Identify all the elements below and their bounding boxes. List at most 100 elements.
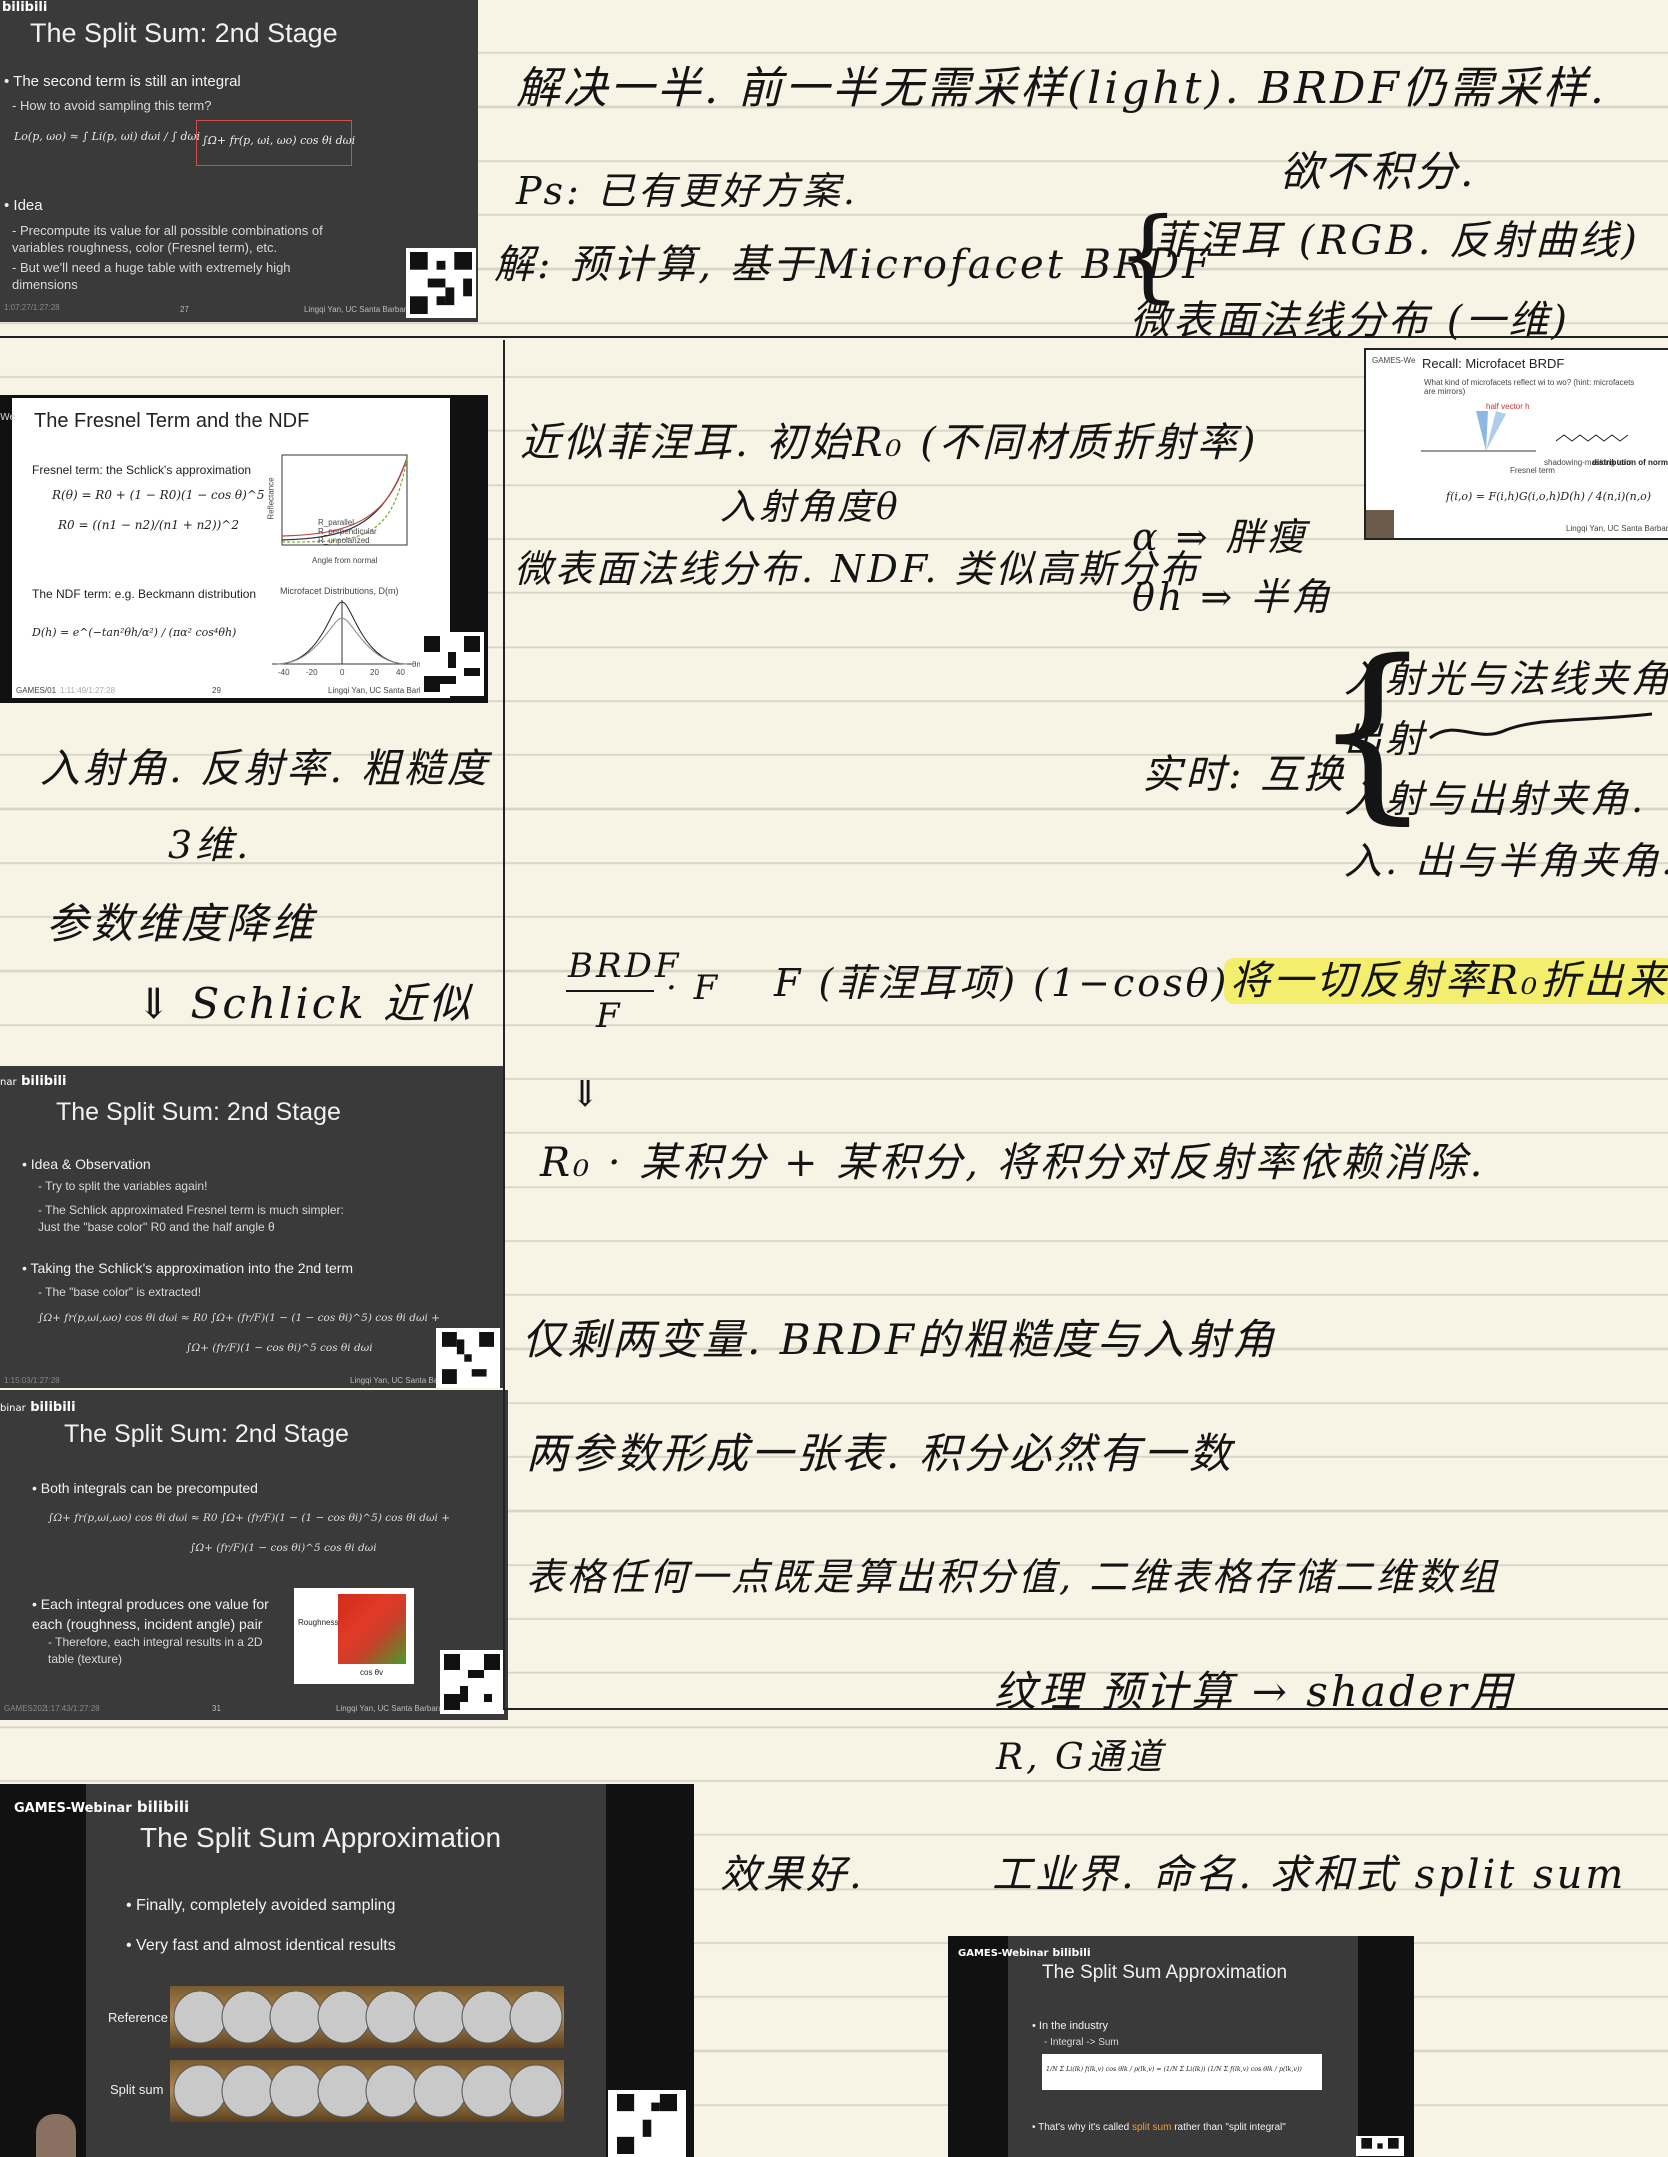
plot2-title: Microfacet Distributions, D(m) — [280, 586, 399, 596]
note-line: · F — [666, 968, 721, 1008]
left-label: We — [0, 412, 16, 423]
sub-bullet-text: Try to split the variables again! — [45, 1179, 208, 1193]
sub-bullet-text: The Schlick approximated Fresnel term is… — [38, 1203, 344, 1234]
bilibili-logo: binar bilibili — [0, 1400, 76, 1415]
bullet-text: Idea & Observation — [30, 1156, 151, 1172]
plot1-xlabel: Angle from normal — [312, 556, 378, 565]
bullet-text: Taking the Schlick's approximation into … — [30, 1260, 354, 1276]
row-label-reference: Reference — [108, 2010, 168, 2025]
bullet: • In the industry — [1032, 2020, 1109, 2032]
note-line: 3维. — [168, 823, 252, 867]
bullet-text: Finally, completely avoided sampling — [136, 1897, 396, 1914]
qr-code — [420, 632, 484, 696]
bullet-text: Very fast and almost identical results — [136, 1937, 396, 1954]
qr-code — [1356, 2136, 1404, 2156]
note-highlight: 将一切反射率R₀折出来 — [1224, 948, 1668, 1006]
sub-bullet-text: The "base color" is extracted! — [45, 1285, 202, 1299]
sub-bullet-text: Integral -> Sum — [1050, 2037, 1119, 2048]
note-line: 表格任何一点既是算出积分值, 二维表格存储二维数组 — [526, 1555, 1500, 1599]
term-label: Fresnel term — [1510, 466, 1555, 475]
note-line: θh ⇒ 半角 — [1132, 575, 1333, 619]
fraction-bar — [566, 990, 654, 992]
sub-bullet: - The "base color" is extracted! — [38, 1285, 202, 1299]
fresnel-label: Fresnel term: the Schlick's approximatio… — [32, 463, 252, 477]
logo-prefix: GAMES-Webinar — [958, 1948, 1049, 1959]
slide-tag: GAMES-We — [1372, 356, 1416, 365]
formula-line-2: ∫Ω+ (fr/F)(1 − cos θi)^5 cos θi dωi — [190, 1542, 377, 1554]
plot1-ylabel: Reflectance — [266, 477, 276, 520]
qr-code — [608, 2090, 686, 2157]
page-number: 29 — [212, 686, 221, 695]
plot2-tick: 40 — [396, 668, 405, 677]
qr-code — [436, 1328, 500, 1388]
formula-line-1: ∫Ω+ fr(p,ωi,ωo) cos θi dωi ≈ R0 ∫Ω+ (fr/… — [38, 1312, 441, 1324]
sub-bullet-text: How to avoid sampling this term? — [19, 98, 212, 113]
plot2-tick: -40 — [278, 668, 290, 677]
ndf-label: The NDF term: e.g. Beckmann distribution — [32, 587, 257, 601]
slide-footer: Lingqi Yan, UC Santa Barbara — [304, 305, 411, 314]
bullet: • Idea — [4, 197, 43, 214]
presenter-thumbnail — [1366, 510, 1394, 538]
microfacet-formula: f(i,o) = F(i,h)G(i,o,h)D(h) / 4(n,i)(n,o… — [1446, 490, 1652, 503]
note-line: α ⇒ 胖瘦 — [1132, 515, 1308, 559]
slide-title: The Fresnel Term and the NDF — [34, 410, 310, 432]
bullet: • That's why it's called split sum rathe… — [1032, 2122, 1286, 2133]
bilibili-logo: nar bilibili — [0, 1074, 66, 1089]
split-sum-highlight: split sum — [1131, 2122, 1172, 2133]
logo-prefix: nar — [0, 1077, 17, 1088]
sub-bullet: - Therefore, each integral results in a … — [48, 1635, 263, 1666]
note-line: 解: 预计算, 基于Microfacet BRDF — [494, 242, 1213, 288]
note-squiggle — [1429, 712, 1653, 740]
slide-title: The Split Sum: 2nd Stage — [56, 1098, 341, 1126]
note-line: ⇓ Schlick 近似 — [136, 979, 474, 1028]
plot2-tick: -20 — [306, 668, 318, 677]
bullet-text: rather than "split integral" — [1171, 2122, 1286, 2133]
plot2-tick: 20 — [370, 668, 379, 677]
sub-bullet: - How to avoid sampling this term? — [12, 98, 212, 113]
presenter-thumbnail — [36, 2114, 76, 2157]
bullet: • Very fast and almost identical results — [126, 1937, 396, 1954]
term-label: distribution of normals — [1592, 458, 1668, 467]
note-line: 纹理 预计算 → shader用 — [994, 1667, 1515, 1716]
lut-ylabel: Roughness — [298, 1618, 339, 1627]
plot1-legend-3: R_unpolarized — [318, 536, 370, 545]
bullet: • Idea & Observation — [22, 1156, 151, 1172]
note-fraction-den: F — [596, 996, 623, 1036]
note-line: 仅剩两变量. BRDF的粗糙度与入射角 — [522, 1315, 1278, 1364]
note-line: R₀ · 某积分 + 某积分, 将积分对反射率依赖消除. — [540, 1140, 1486, 1186]
slide-split-sum-approx-b: GAMES-Webinar bilibili The Split Sum App… — [948, 1936, 1414, 2157]
bullet-text: Each integral produces one value for eac… — [32, 1596, 269, 1632]
sub-bullet-text: Therefore, each integral results in a 2D… — [48, 1635, 263, 1666]
bullet-text: Both integrals can be precomputed — [40, 1480, 258, 1496]
microfacet-diagram — [1421, 411, 1629, 452]
note-line: F (菲涅耳项) (1−cosθ)⁵ ⇒ — [774, 961, 1298, 1005]
bullet-text: The second term is still an integral — [13, 73, 241, 90]
qr-code — [406, 248, 476, 318]
note-line: 效果好. — [720, 1852, 865, 1898]
sub-bullet: - Precompute its value for all possible … — [12, 223, 323, 255]
slide-recall-microfacet: GAMES-We Recall: Microfacet BRDF What ki… — [1364, 348, 1668, 540]
ndf-plot — [272, 600, 412, 665]
slide-tag: GAMES202 — [4, 1704, 47, 1713]
bullet: • The second term is still an integral — [4, 73, 241, 90]
plot1-legend-2: R_perpendicular — [318, 527, 377, 536]
slide-title: The Split Sum: 2nd Stage — [30, 18, 338, 48]
plot1-legend-1: R_parallel — [318, 518, 355, 527]
slide-split-sum-2nd-stage-a: bilibili The Split Sum: 2nd Stage • The … — [0, 0, 478, 322]
page-number: 31 — [212, 1704, 221, 1713]
note-line: 微表面法线分布. NDF. 类似高斯分布 — [514, 547, 1201, 591]
brdf-lut-panel: Roughness cos θv — [294, 1588, 414, 1684]
bilibili-logo: bilibili — [2, 0, 48, 15]
sub-bullet: - The Schlick approximated Fresnel term … — [38, 1203, 344, 1234]
bullet-text: Idea — [13, 197, 43, 214]
sphere-row-icons — [173, 1990, 563, 2118]
slide-title: The Split Sum: 2nd Stage — [64, 1420, 349, 1448]
note-line: 菲涅耳 (RGB. 反射曲线) — [1154, 218, 1640, 264]
bullet: • Each integral produces one value for e… — [32, 1596, 269, 1632]
bullet: • Taking the Schlick's approximation int… — [22, 1260, 354, 1276]
formula-boxed-text: ∫Ω+ fr(p, ωi, ωo) cos θi dωi — [202, 134, 356, 147]
note-line: 解决一半. 前一半无需采样(light). BRDF仍需采样. — [516, 63, 1607, 114]
fresnel-formula: R(θ) = R0 + (1 − R0)(1 − cos θ)^5 — [52, 488, 265, 502]
video-time: 1:17:43/1:27:28 — [44, 1704, 100, 1713]
note-line: R, G通道 — [996, 1737, 1165, 1778]
